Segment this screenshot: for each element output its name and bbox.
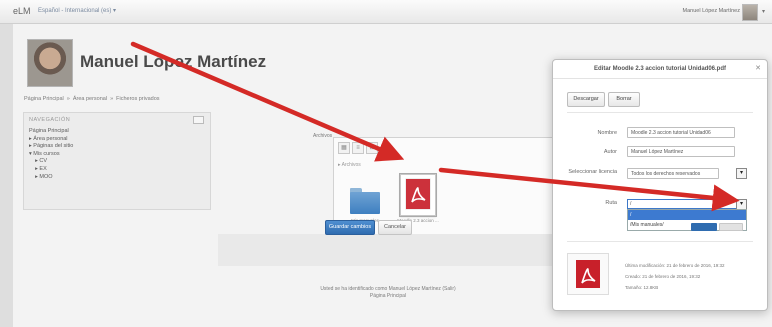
chevron-down-icon[interactable]: ▾ — [762, 8, 765, 15]
path-label: Ruta — [605, 200, 617, 206]
file-manager-path[interactable]: ▸ Archivos — [338, 162, 361, 168]
chevron-down-icon[interactable]: ▾ — [736, 168, 747, 179]
author-label: Autor — [603, 149, 617, 155]
delete-button[interactable]: Borrar — [608, 92, 640, 107]
save-changes-button[interactable]: Guardar cambios — [325, 220, 375, 235]
modified-date: Última modificación: 21 de febrero de 20… — [625, 263, 725, 268]
cancel-dialog-button[interactable] — [719, 223, 743, 231]
pdf-symbol — [405, 178, 431, 210]
path-select[interactable]: / — [627, 199, 747, 209]
update-button[interactable] — [691, 223, 717, 231]
tree-view-icon[interactable]: ⊟ — [366, 142, 378, 154]
list-view-icon[interactable]: ≡ — [352, 142, 364, 154]
user-menu-name[interactable]: Manuel López Martínez — [683, 8, 740, 14]
name-label: Nombre — [597, 130, 617, 136]
pdf-icon — [576, 260, 600, 288]
language-menu[interactable]: Español - Internacional (es) ▾ — [38, 7, 116, 14]
nav-item-my-courses[interactable]: ▾ Mis cursos — [29, 151, 73, 159]
collapse-icon[interactable] — [193, 116, 204, 124]
file-info: Última modificación: 21 de febrero de 20… — [625, 260, 725, 293]
divider — [567, 112, 753, 113]
breadcrumb: Página Principal» Área personal» Ficheros … — [24, 96, 160, 102]
edit-file-dialog: Editar Moodle 2.3 accion tutorial Unidad… — [552, 59, 768, 311]
breadcrumb-item[interactable]: Ficheros privados — [116, 96, 159, 102]
created-date: Creado: 21 de febrero de 2016, 19:32 — [625, 274, 701, 279]
license-label: Seleccionar licencia — [568, 169, 617, 175]
navigation-block: NAVEGACIÓN Página Principal ▸ Área perso… — [23, 112, 211, 210]
license-select[interactable]: Todos los derechos reservados — [627, 168, 719, 179]
pdf-icon[interactable] — [399, 173, 437, 217]
nav-item-site-pages[interactable]: ▸ Páginas del sitio — [29, 143, 73, 151]
nav-item-course-moo[interactable]: ▸ MOO — [29, 174, 73, 182]
dialog-header: Editar Moodle 2.3 accion tutorial Unidad… — [553, 60, 767, 79]
file-preview — [567, 253, 609, 295]
cancel-button[interactable]: Cancelar — [378, 220, 412, 235]
divider — [567, 241, 753, 242]
profile-avatar — [27, 39, 73, 87]
breadcrumb-item[interactable]: Página Principal — [24, 96, 64, 102]
folder-icon[interactable] — [350, 188, 380, 214]
file-size: Tamaño: 12.8KB — [625, 285, 659, 290]
user-avatar[interactable] — [742, 4, 758, 21]
author-field[interactable]: Manuel López Martínez — [627, 146, 735, 157]
close-icon[interactable]: ✕ — [755, 64, 761, 72]
breadcrumb-item[interactable]: Área personal — [73, 96, 107, 102]
footer: Usted se ha identificado como Manuel Lóp… — [278, 286, 498, 300]
name-field[interactable]: Moodle 2.3 accion tutorial Unidad06 — [627, 127, 735, 138]
nav-item-dashboard[interactable]: ▸ Área personal — [29, 136, 73, 144]
path-option[interactable]: / — [628, 210, 746, 220]
dialog-title: Editar Moodle 2.3 accion tutorial Unidad… — [593, 66, 727, 72]
top-navbar: eLM Español - Internacional (es) ▾ Manue… — [0, 0, 772, 24]
footer-home-link[interactable]: Página Principal — [278, 293, 498, 300]
site-brand[interactable]: eLM — [13, 6, 31, 16]
page-title: Manuel López Martínez — [80, 52, 267, 71]
download-button[interactable]: Descargar — [567, 92, 605, 107]
footer-login-info[interactable]: Usted se ha identificado como Manuel Lóp… — [278, 286, 498, 293]
nav-item-home[interactable]: Página Principal — [29, 128, 73, 136]
files-label: Archivos — [313, 133, 333, 139]
navigation-list: Página Principal ▸ Área personal ▸ Págin… — [29, 128, 73, 181]
grid-view-icon[interactable]: ▦ — [338, 142, 350, 154]
navigation-title: NAVEGACIÓN — [29, 117, 71, 123]
form-actions-bar — [218, 234, 578, 266]
nav-item-course-cv[interactable]: ▸ CV — [29, 158, 73, 166]
nav-item-course-ex[interactable]: ▸ EX — [29, 166, 73, 174]
file-manager-toolbar: ▦ ≡ ⊟ — [338, 142, 378, 154]
